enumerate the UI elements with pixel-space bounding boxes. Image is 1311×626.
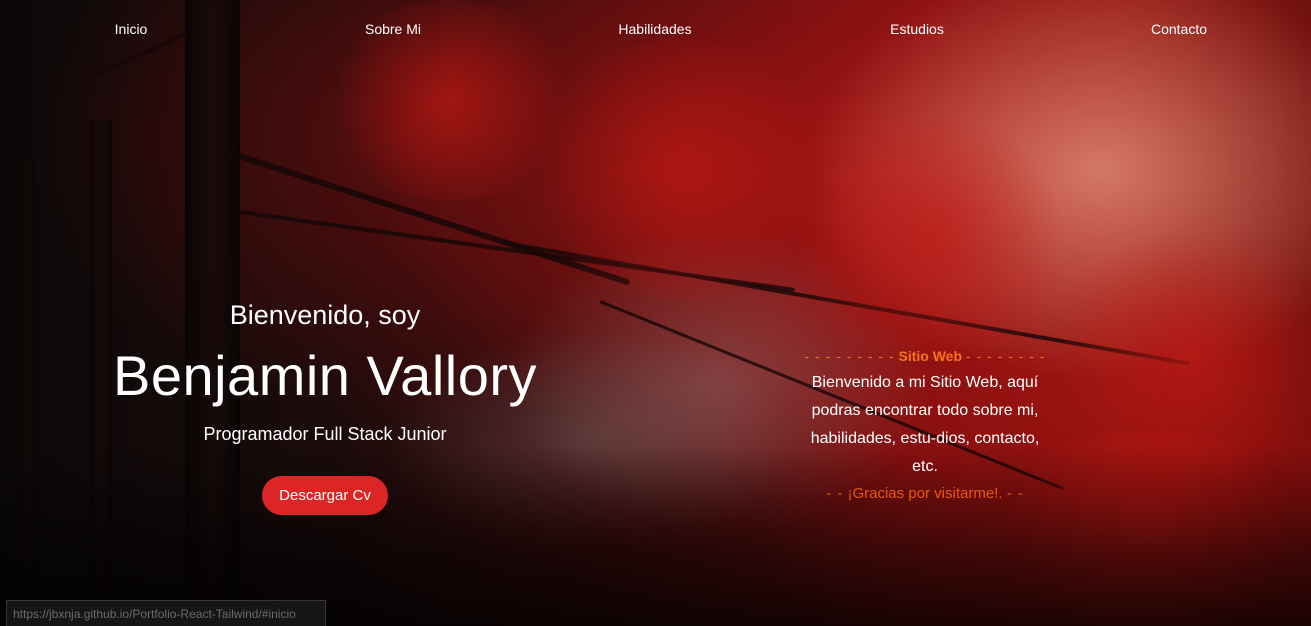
title-dashes-right: - - - - - - - -	[965, 348, 1046, 364]
name-heading: Benjamin Vallory	[112, 344, 538, 407]
role-subtitle: Programador Full Stack Junior	[203, 424, 447, 444]
nav-item-sobre-mi[interactable]: Sobre Mi	[313, 21, 473, 37]
hero-section: Inicio Sobre Mi Habilidades Estudios Con…	[0, 0, 1311, 626]
footer-dashes-right: - -	[1006, 485, 1024, 502]
nav-item-contacto[interactable]: Contacto	[1099, 21, 1259, 37]
site-info-block: - - - - - - - - - Sitio Web - - - - - - …	[800, 346, 1050, 507]
nav-item-inicio[interactable]: Inicio	[51, 21, 211, 37]
download-cv-button[interactable]: Descargar Cv	[262, 476, 388, 515]
site-info-footer: - - ¡Gracias por visitarme!. - -	[800, 481, 1050, 507]
nav-item-habilidades[interactable]: Habilidades	[575, 21, 735, 37]
thanks-text: ¡Gracias por visitarme!.	[847, 485, 1003, 502]
site-info-body: Bienvenido a mi Sitio Web, aquí podras e…	[810, 374, 1040, 475]
foliage	[780, 120, 1080, 360]
site-info-title: - - - - - - - - - Sitio Web - - - - - - …	[800, 346, 1050, 366]
nav-item-estudios[interactable]: Estudios	[837, 21, 997, 37]
browser-status-bar: https://jbxnja.github.io/Portfolio-React…	[6, 600, 326, 626]
intro-block: Bienvenido, soy Benjamin Vallory Program…	[0, 300, 650, 515]
site-info-title-label: Sitio Web	[898, 348, 963, 364]
footer-dashes-left: - -	[826, 485, 844, 502]
top-navigation: Inicio Sobre Mi Habilidades Estudios Con…	[0, 0, 1311, 60]
greeting-text: Bienvenido, soy	[229, 300, 421, 330]
title-dashes-left: - - - - - - - - -	[804, 348, 895, 364]
